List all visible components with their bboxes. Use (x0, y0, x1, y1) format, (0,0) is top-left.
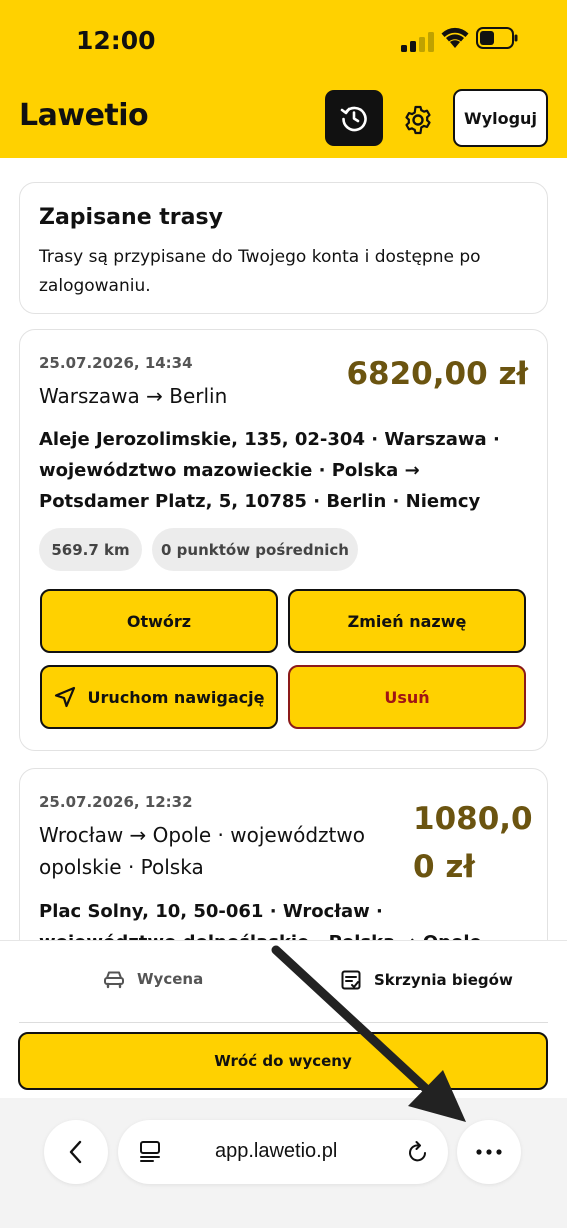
app-logo: Lawetio (19, 98, 149, 133)
divider (19, 1022, 548, 1023)
route-address: Aleje Jerozolimskie, 135, 02-304 · Warsz… (39, 429, 500, 512)
open-route-label: Otwórz (126, 611, 192, 631)
browser-back-button[interactable] (44, 1120, 108, 1184)
route-price: 1080,0 0 zł (413, 795, 533, 891)
tab-overview-icon (140, 1141, 160, 1162)
delete-route-button[interactable]: Usuń (288, 665, 526, 729)
delete-route-label: Usuń (384, 687, 430, 707)
waypoints-badge: 0 punktów pośrednich (152, 528, 358, 571)
history-icon (340, 106, 367, 132)
saved-routes-description: Trasy są przypisane do Twojego konta i d… (39, 247, 481, 296)
document-icon (341, 970, 361, 990)
rename-route-button[interactable]: Zmień nazwę (288, 589, 526, 653)
logout-button[interactable]: Wyloguj (453, 89, 548, 147)
url-bar[interactable]: app.lawetio.pl (118, 1120, 448, 1184)
browser-more-button[interactable] (457, 1120, 521, 1184)
back-to-pricing-button[interactable]: Wróć do wyceny (18, 1032, 548, 1090)
bottom-tab-bar: Wycena Skrzynia biegów Wróć do wyceny (0, 940, 567, 1098)
route-address: Plac Solny, 10, 50-061 · Wrocław · wojew… (39, 901, 495, 940)
navigation-arrow-icon (54, 686, 75, 708)
status-bar: 12:00 (0, 0, 567, 82)
battery-icon (476, 27, 518, 49)
distance-badge: 569.7 km (39, 528, 142, 571)
route-price-line-2: 0 zł (413, 849, 475, 885)
route-date: 25.07.2026, 14:34 (39, 354, 193, 372)
reload-icon[interactable] (407, 1140, 429, 1164)
saved-routes-content: Zapisane trasy Trasy są przypisane do Tw… (0, 158, 567, 940)
route-name: Warszawa → Berlin (39, 384, 228, 408)
tab-gearbox[interactable]: Skrzynia biegów (340, 969, 513, 991)
tab-gearbox-label: Skrzynia biegów (374, 971, 513, 989)
saved-routes-title: Zapisane trasy (39, 205, 223, 230)
tab-pricing[interactable]: Wycena (103, 969, 203, 989)
status-time: 12:00 (76, 26, 156, 55)
open-route-button[interactable]: Otwórz (40, 589, 278, 653)
cellular-signal-icon (401, 32, 434, 52)
route-card: 25.07.2026, 12:32 Wrocław → Opole · woje… (19, 768, 548, 940)
car-icon (104, 971, 124, 989)
route-name: Wrocław → Opole · województwo opolskie ·… (39, 823, 365, 879)
start-navigation-label: Uruchom nawigację (87, 687, 265, 707)
route-card: 25.07.2026, 14:34 Warszawa → Berlin 6820… (19, 329, 548, 751)
saved-routes-header-card: Zapisane trasy Trasy są przypisane do Tw… (19, 182, 548, 314)
app-header: Lawetio Wyloguj (0, 82, 567, 158)
browser-toolbar: app.lawetio.pl (0, 1098, 567, 1228)
route-date: 25.07.2026, 12:32 (39, 793, 193, 811)
start-navigation-button[interactable]: Uruchom nawigację (40, 665, 278, 729)
route-price-line-1: 1080,0 (413, 801, 533, 837)
history-button[interactable] (325, 90, 383, 146)
wifi-icon (441, 27, 469, 48)
settings-gear-icon[interactable] (402, 104, 434, 136)
rename-route-label: Zmień nazwę (347, 611, 467, 631)
url-text: app.lawetio.pl (215, 1140, 338, 1162)
chevron-left-icon (69, 1140, 82, 1164)
more-dots-icon (476, 1149, 502, 1155)
route-price: 6820,00 zł (346, 356, 528, 392)
tab-pricing-label: Wycena (137, 970, 204, 988)
